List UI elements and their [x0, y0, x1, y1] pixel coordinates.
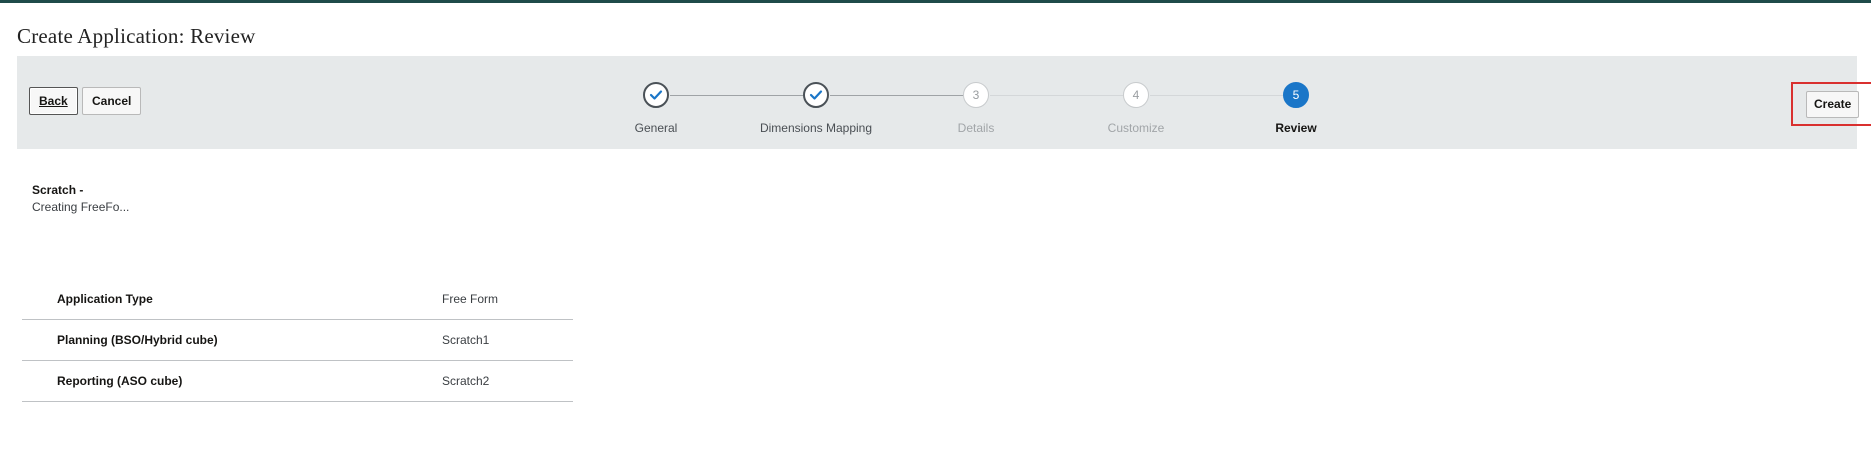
wizard-toolbar: Back Cancel Create	[17, 56, 1871, 149]
step-details-indicator: 3	[963, 82, 989, 108]
row-label: Application Type	[57, 292, 153, 306]
table-row: Planning (BSO/Hybrid cube) Scratch1	[22, 320, 573, 361]
summary-title: Scratch -	[32, 183, 84, 197]
step-details-label: Details	[957, 121, 995, 135]
train-connector-1	[670, 95, 803, 96]
back-label: Back	[39, 94, 68, 108]
create-label: Create	[1814, 97, 1852, 111]
back-button[interactable]: Back	[29, 87, 78, 115]
row-label: Planning (BSO/Hybrid cube)	[57, 333, 218, 347]
row-value: Scratch2	[442, 374, 490, 388]
create-button-highlight: Create	[1791, 82, 1871, 126]
check-icon	[809, 90, 823, 100]
top-accent-strip	[0, 0, 1871, 3]
row-value: Free Form	[442, 292, 499, 306]
create-button[interactable]: Create	[1806, 91, 1860, 118]
row-label: Reporting (ASO cube)	[57, 374, 183, 388]
row-value: Scratch1	[442, 333, 490, 347]
review-details-table: Application Type Free Form Planning (BSO…	[22, 279, 573, 402]
train-connector-4	[1150, 95, 1283, 96]
step-general-check-icon[interactable]	[643, 82, 669, 108]
step-review-label: Review	[1275, 121, 1317, 135]
step-general-label: General	[634, 121, 678, 135]
table-row: Application Type Free Form	[22, 279, 573, 320]
step-review-indicator: 5	[1283, 82, 1309, 108]
step-customize-indicator: 4	[1123, 82, 1149, 108]
step-dimensions-mapping-check-icon[interactable]	[803, 82, 829, 108]
summary-subtitle: Creating FreeFo...	[32, 200, 130, 214]
train-connector-3	[990, 95, 1123, 96]
check-icon	[649, 90, 663, 100]
step-customize-label: Customize	[1107, 121, 1165, 135]
cancel-button[interactable]: Cancel	[82, 87, 142, 115]
step-dimensions-mapping-label: Dimensions Mapping	[759, 121, 873, 135]
train-connector-2	[830, 95, 963, 96]
cancel-label: Cancel	[92, 94, 132, 108]
table-row: Reporting (ASO cube) Scratch2	[22, 361, 573, 402]
page-title: Create Application: Review	[17, 24, 256, 48]
